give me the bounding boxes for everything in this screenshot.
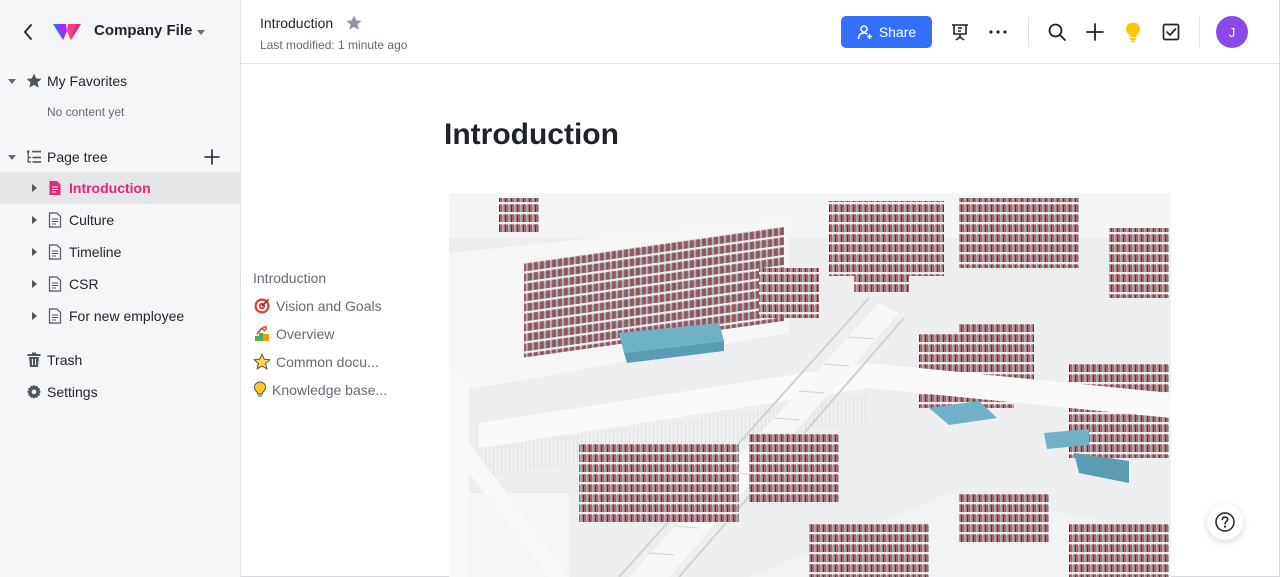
page-tree-item-label: For new employee bbox=[69, 308, 185, 324]
page-tree-item-for-new-employee[interactable]: For new employee bbox=[0, 300, 240, 332]
document-title[interactable]: Introduction bbox=[260, 15, 333, 31]
page-tree-item-label: Culture bbox=[69, 212, 115, 228]
outline-item-label: Common docu... bbox=[276, 354, 379, 370]
document-icon bbox=[48, 276, 62, 292]
lightbulb-icon bbox=[1126, 22, 1140, 43]
trash-label: Trash bbox=[47, 352, 83, 368]
page-tree-item-label: Introduction bbox=[69, 180, 151, 196]
more-options-button[interactable] bbox=[987, 21, 1009, 43]
caret-right-icon[interactable] bbox=[30, 311, 38, 321]
page-tree-item-introduction[interactable]: Introduction bbox=[0, 172, 240, 204]
page-tree-section[interactable]: Page tree bbox=[0, 141, 240, 173]
outline-item-overview[interactable]: Overview bbox=[253, 323, 334, 345]
help-button[interactable] bbox=[1207, 504, 1243, 540]
library-illustration bbox=[449, 193, 1171, 577]
star-icon bbox=[26, 73, 42, 88]
favorites-label: My Favorites bbox=[47, 73, 128, 89]
caret-down-icon[interactable] bbox=[7, 152, 17, 162]
trash-icon bbox=[27, 352, 41, 367]
page-tree-item-culture[interactable]: Culture bbox=[0, 204, 240, 236]
outline-item-label: Knowledge base... bbox=[272, 382, 388, 398]
outline-item-common-docs[interactable]: Common docu... bbox=[253, 351, 379, 373]
settings-label: Settings bbox=[47, 384, 98, 400]
document-icon bbox=[48, 308, 62, 324]
document-icon bbox=[49, 181, 61, 195]
add-page-icon[interactable] bbox=[203, 148, 221, 166]
company-title[interactable]: Company File bbox=[94, 22, 192, 39]
sidebar-header: Company File bbox=[0, 0, 240, 64]
outline-item-label: Vision and Goals bbox=[276, 298, 382, 314]
outline-item-knowledge-base[interactable]: Knowledge base... bbox=[253, 379, 387, 401]
star-icon bbox=[253, 353, 271, 370]
caret-right-icon[interactable] bbox=[30, 183, 38, 193]
favorites-empty-text: No content yet bbox=[47, 105, 125, 119]
share-label: Share bbox=[878, 24, 917, 40]
plus-icon bbox=[1086, 23, 1104, 41]
gear-icon bbox=[27, 384, 41, 399]
outline-item-label: Overview bbox=[276, 326, 335, 342]
caret-right-icon[interactable] bbox=[30, 279, 38, 289]
search-button[interactable] bbox=[1046, 21, 1068, 43]
document-icon bbox=[48, 244, 62, 260]
tips-button[interactable] bbox=[1122, 21, 1144, 43]
app-logo-icon bbox=[53, 24, 81, 40]
caret-down-icon[interactable] bbox=[7, 76, 17, 86]
back-arrow-icon bbox=[24, 24, 32, 40]
outline-item-vision[interactable]: Vision and Goals bbox=[253, 295, 382, 317]
page-heading: Introduction bbox=[444, 118, 619, 151]
toolbar-divider bbox=[1199, 17, 1200, 47]
favorite-star-icon[interactable] bbox=[345, 14, 363, 32]
caret-right-icon[interactable] bbox=[30, 247, 38, 257]
page-tree-label: Page tree bbox=[47, 149, 108, 165]
back-button[interactable] bbox=[18, 20, 38, 44]
library-interior-image[interactable] bbox=[449, 193, 1171, 577]
settings-item[interactable]: Settings bbox=[0, 376, 240, 408]
target-icon bbox=[254, 298, 270, 314]
sidebar: Company File My Favorites No content yet… bbox=[0, 0, 241, 577]
help-icon bbox=[1215, 512, 1235, 532]
last-modified-text: Last modified: 1 minute ago bbox=[260, 38, 408, 52]
presentation-button[interactable] bbox=[949, 21, 971, 43]
favorites-section[interactable]: My Favorites bbox=[0, 65, 240, 97]
outline-item-introduction[interactable]: Introduction bbox=[253, 267, 326, 289]
more-horizontal-icon bbox=[989, 30, 1007, 34]
growth-icon bbox=[255, 326, 269, 341]
page-tree-item-label: CSR bbox=[69, 276, 99, 292]
share-button[interactable]: Share bbox=[841, 16, 932, 48]
search-icon bbox=[1048, 23, 1066, 41]
document-icon bbox=[48, 212, 62, 228]
presentation-icon bbox=[952, 24, 968, 41]
top-bar: Introduction Last modified: 1 minute ago… bbox=[241, 0, 1279, 64]
tree-icon bbox=[27, 150, 41, 163]
toolbar-divider bbox=[1028, 17, 1029, 47]
page-tree-item-label: Timeline bbox=[69, 244, 122, 260]
tasks-button[interactable] bbox=[1160, 21, 1182, 43]
bulb-icon bbox=[254, 381, 266, 397]
outline-item-label: Introduction bbox=[253, 270, 327, 286]
page-tree-item-timeline[interactable]: Timeline bbox=[0, 236, 240, 268]
caret-down-icon[interactable] bbox=[196, 27, 206, 37]
caret-right-icon[interactable] bbox=[30, 215, 38, 225]
trash-item[interactable]: Trash bbox=[0, 344, 240, 376]
page-tree-item-csr[interactable]: CSR bbox=[0, 268, 240, 300]
create-button[interactable] bbox=[1084, 21, 1106, 43]
avatar[interactable]: J bbox=[1216, 16, 1248, 48]
checkbox-icon bbox=[1162, 23, 1180, 41]
add-user-icon bbox=[857, 25, 872, 40]
